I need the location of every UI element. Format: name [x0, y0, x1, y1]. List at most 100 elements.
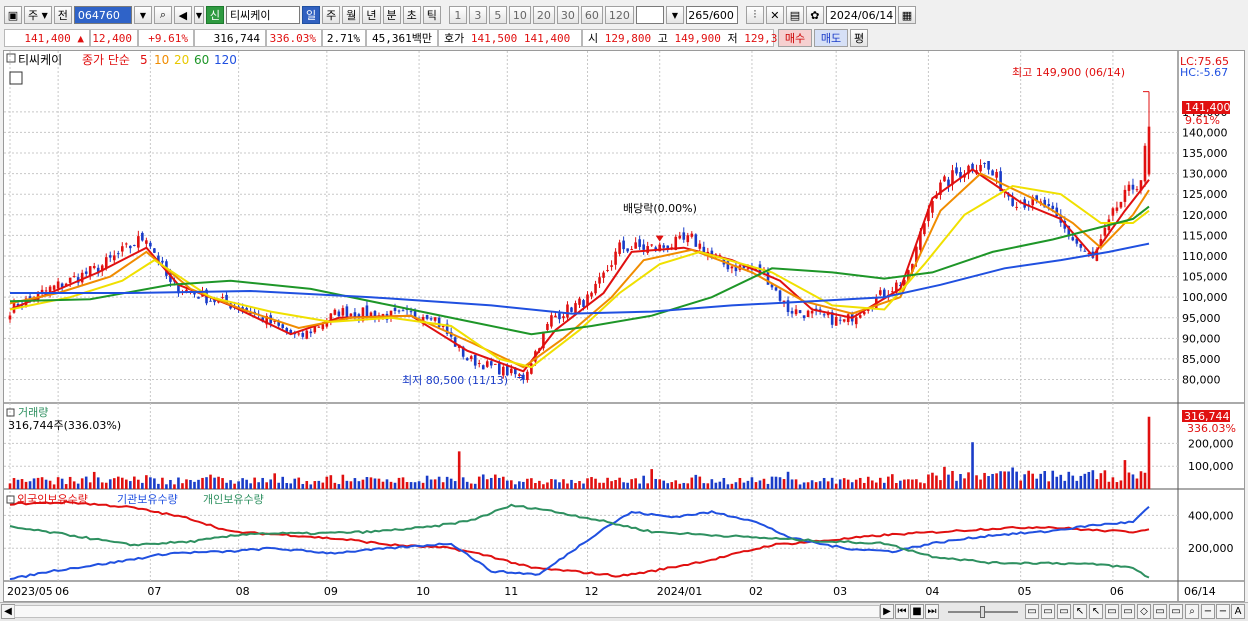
volume-bar [1067, 471, 1071, 489]
layout-icon[interactable]: ▭ [1057, 604, 1071, 619]
magnify-icon[interactable]: ⌕ [1185, 604, 1199, 619]
tool-icon[interactable]: ▭ [1105, 604, 1119, 619]
layout-icon[interactable]: ▭ [1041, 604, 1055, 619]
period-button-3[interactable]: 년 [362, 6, 381, 24]
interval-button-5[interactable]: 5 [488, 6, 507, 24]
scrollbar[interactable] [14, 605, 880, 618]
candle-body [590, 292, 593, 297]
volume-bar [570, 479, 573, 489]
volume-bar [654, 478, 657, 489]
minus-icon[interactable]: − [1216, 604, 1230, 619]
y-tick-label: 125,000 [1182, 188, 1228, 201]
code-input[interactable]: 064760 [73, 6, 132, 24]
stock-name-field[interactable]: 티씨케이 [226, 6, 301, 24]
holding-tick-label: 200,000 [1188, 542, 1234, 555]
forward-button[interactable]: ⏭ [925, 604, 939, 619]
save-icon[interactable]: ▤ [785, 6, 804, 24]
chevron-down-icon[interactable]: ▼ [133, 6, 152, 24]
zoom-out-icon[interactable]: − [1201, 604, 1215, 619]
candle-body [349, 313, 353, 317]
count-input[interactable]: 265/600 [685, 6, 738, 24]
tool-icon[interactable]: ◇ [1137, 604, 1151, 619]
calendar-icon[interactable]: ▦ [897, 6, 916, 24]
volume-bar [975, 475, 978, 489]
interval-button-3[interactable]: 3 [468, 6, 487, 24]
window-icon[interactable]: ▣ [4, 6, 22, 24]
x-tick-label: 09 [324, 585, 338, 598]
draw-icon[interactable]: ↖ [1089, 604, 1103, 619]
period-button-2[interactable]: 월 [342, 6, 361, 24]
gear-icon[interactable]: ✿ [805, 6, 824, 24]
volume-bar [991, 473, 994, 489]
volume-bar [281, 476, 285, 489]
volume-bar [16, 479, 20, 489]
font-icon[interactable]: A [1231, 604, 1245, 619]
candle-body [301, 333, 305, 337]
volume-bar [630, 479, 633, 489]
interval-button-120[interactable]: 120 [604, 6, 634, 24]
legend-name: 티씨케이 [18, 53, 62, 67]
period-button-6[interactable]: 틱 [422, 6, 441, 24]
volume-bar [161, 477, 164, 489]
scroll-right-button[interactable]: ▶ [880, 604, 894, 619]
volume-bar [778, 477, 782, 489]
date-input[interactable]: 2024/06/14 [825, 6, 896, 24]
tool-icon[interactable]: ▭ [1153, 604, 1167, 619]
interval-button-10[interactable]: 10 [508, 6, 531, 24]
volume-bar [445, 476, 449, 489]
eval-button[interactable]: 평 [850, 29, 869, 47]
interval-combo[interactable] [635, 6, 664, 24]
stop-button[interactable]: ■ [910, 604, 924, 619]
holding-tick-label: 400,000 [1188, 509, 1234, 522]
type-select[interactable]: 주 ▼ [24, 6, 52, 24]
volume-bar [838, 479, 842, 489]
volume-bar [345, 480, 349, 489]
x-tick-label: 07 [147, 585, 161, 598]
tool-icon[interactable]: ▭ [1121, 604, 1135, 619]
candle-body [1123, 189, 1127, 202]
zoom-slider-handle[interactable] [980, 606, 985, 618]
volume-bar [706, 483, 710, 489]
volume-bar [249, 483, 252, 489]
candle-icon[interactable]: ⫶ [745, 6, 764, 24]
bottom-bar: ◀ ▶ ⏮ ■ ⏭ ▭ ▭ ▭ ↖ ↖ ▭ ▭ ◇ ▭ ▭ ⌕ − − A [0, 602, 1248, 621]
volume-bar [153, 478, 156, 489]
chart-svg[interactable]: 2023/05 06 07 08 09 10 11 12 2024/01 02 03 04 05 06 06… [4, 51, 1244, 601]
interval-button-60[interactable]: 60 [580, 6, 603, 24]
candle-body [153, 248, 156, 253]
interval-button-30[interactable]: 30 [556, 6, 579, 24]
candle-body [554, 315, 557, 318]
candle-body [337, 311, 341, 317]
candle-body [858, 315, 862, 318]
crosshair-icon[interactable]: ✕ [765, 6, 784, 24]
rewind-button[interactable]: ⏮ [895, 604, 909, 619]
interval-button-1[interactable]: 1 [448, 6, 467, 24]
period-button-4[interactable]: 분 [382, 6, 401, 24]
volume-bar [682, 482, 686, 489]
candle-body [810, 310, 814, 314]
period-button-0[interactable]: 일 [302, 6, 321, 24]
buy-button[interactable]: 매수 [778, 29, 812, 47]
candle-body [1111, 208, 1115, 216]
period-button-5[interactable]: 초 [402, 6, 421, 24]
volume-bar [205, 477, 208, 489]
layout-icon[interactable]: ▭ [1025, 604, 1039, 619]
search-icon[interactable]: ⌕ [153, 6, 172, 24]
speaker-icon[interactable]: ◀ [173, 6, 192, 24]
chevron-down-icon[interactable]: ▼ [665, 6, 684, 24]
interval-button-20[interactable]: 20 [532, 6, 555, 24]
scroll-left-button[interactable]: ◀ [1, 604, 15, 619]
volume-bar [377, 478, 381, 489]
calculator-icon[interactable] [9, 71, 23, 85]
chart-area[interactable]: 2023/05 06 07 08 09 10 11 12 2024/01 02 03 04 05 06 06… [3, 50, 1245, 602]
candle-body [497, 363, 501, 375]
tool-icon[interactable]: ▭ [1169, 604, 1183, 619]
sell-button[interactable]: 매도 [814, 29, 848, 47]
period-button-1[interactable]: 주 [322, 6, 341, 24]
draw-icon[interactable]: ↖ [1073, 604, 1087, 619]
prev-button[interactable]: 전 [53, 6, 72, 24]
volume-bar [64, 484, 68, 489]
chevron-down-icon[interactable]: ▼ [193, 6, 204, 24]
volume-bar [1015, 471, 1018, 489]
volume-bar [550, 479, 553, 489]
